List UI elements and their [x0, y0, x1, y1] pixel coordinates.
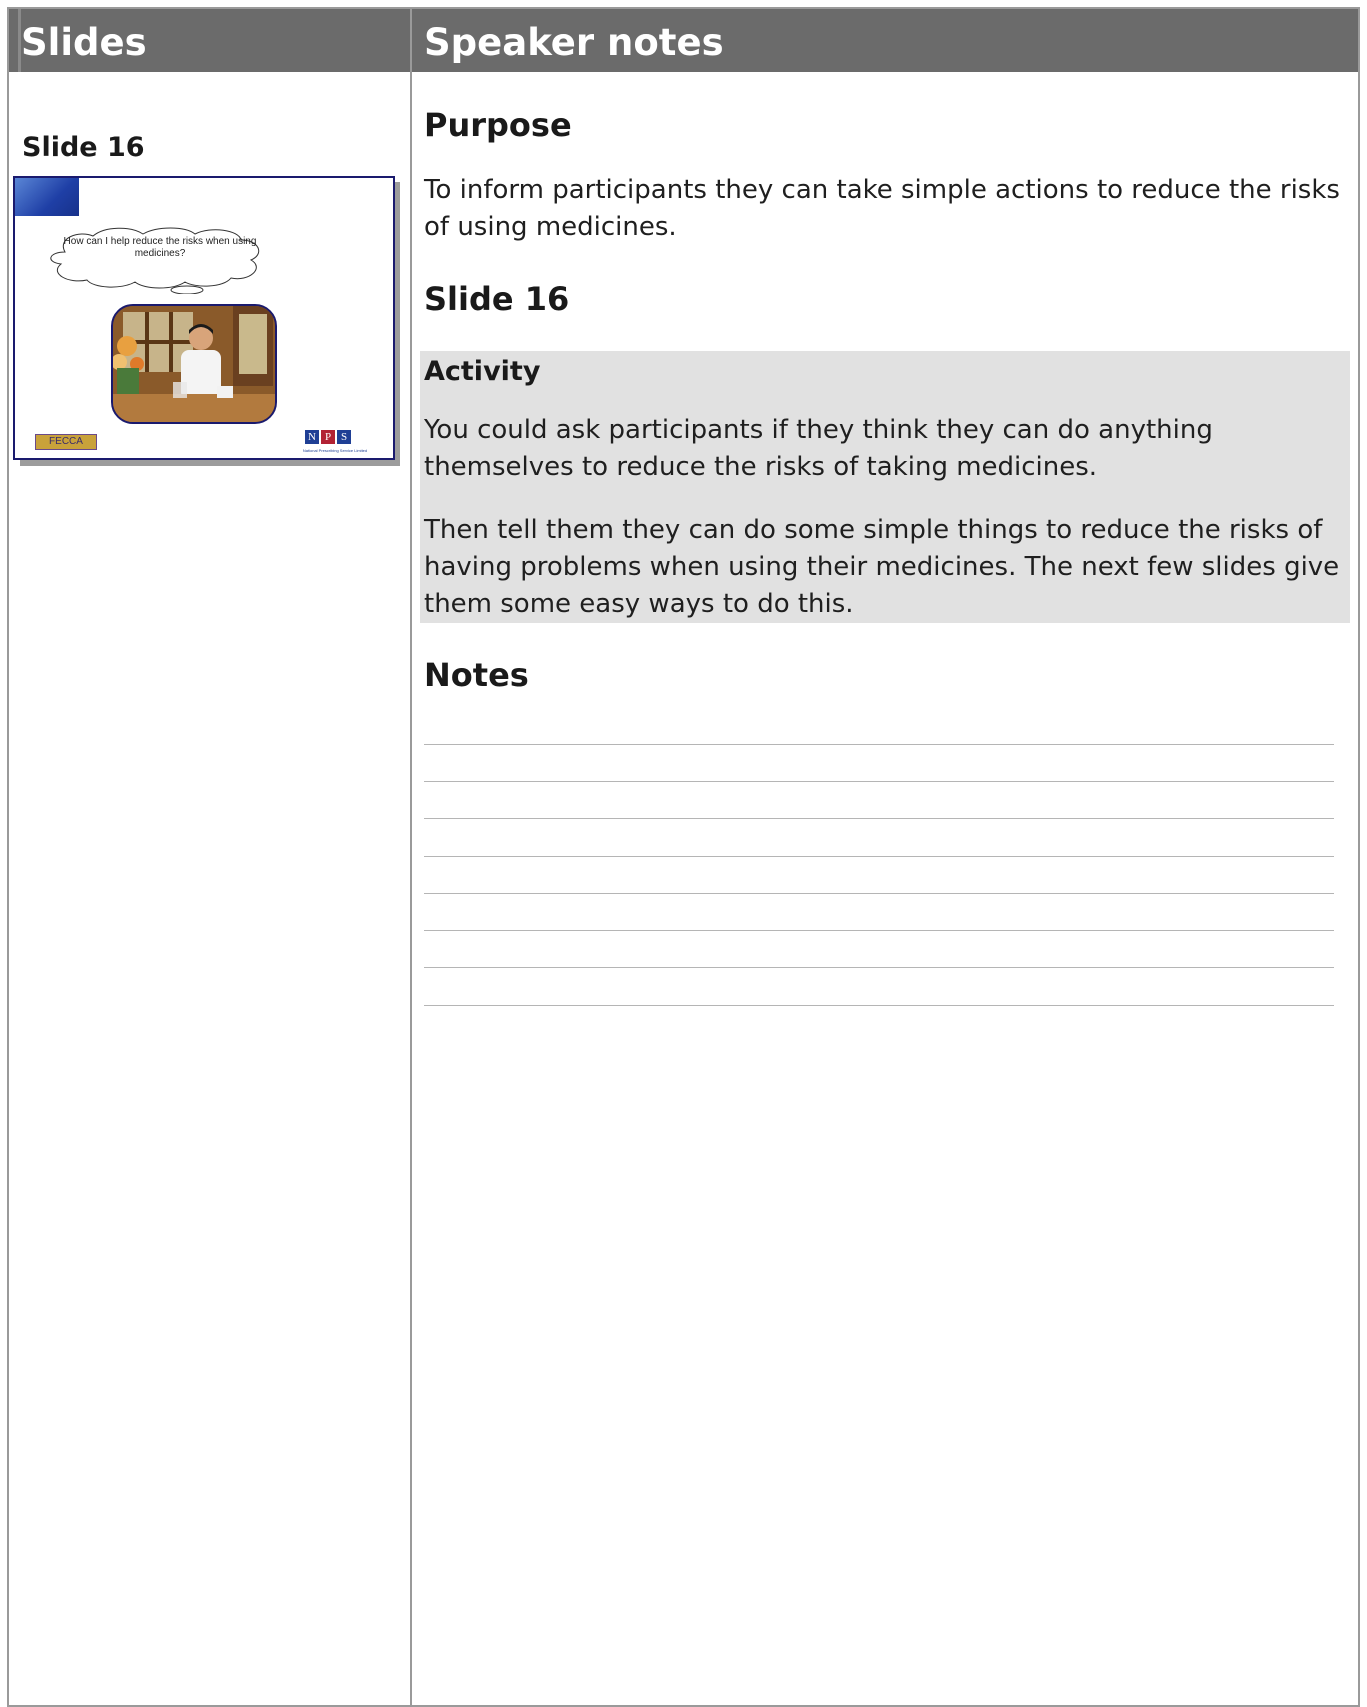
nps-logo-subtitle: National Prescribing Service Limited	[302, 448, 368, 453]
thought-bubble-text: How can I help reduce the risks when usi…	[63, 236, 257, 259]
slide-heading: Slide 16	[424, 280, 570, 318]
nps-logo-letter: P	[321, 430, 335, 444]
notes-blank-line[interactable]	[424, 967, 1334, 968]
activity-heading: Activity	[424, 356, 541, 387]
slide-number-label: Slide 16	[22, 132, 145, 163]
notes-blank-line[interactable]	[424, 781, 1334, 782]
slide-photo	[111, 304, 277, 424]
notes-blank-line[interactable]	[424, 1005, 1334, 1006]
slide-corner-graphic	[15, 178, 79, 216]
notes-heading: Notes	[424, 656, 529, 694]
nps-logo-letter: S	[337, 430, 351, 444]
fecca-logo: FECCA	[35, 434, 97, 450]
activity-paragraph-1: You could ask participants if they think…	[424, 415, 1213, 482]
purpose-text: To inform participants they can take sim…	[424, 175, 1340, 242]
slide-thumbnail[interactable]: How can I help reduce the risks when usi…	[13, 176, 395, 460]
nps-logo: N P S	[305, 430, 351, 444]
notes-blank-line[interactable]	[424, 893, 1334, 894]
notes-blank-line[interactable]	[424, 930, 1334, 931]
nps-logo-letter: N	[305, 430, 319, 444]
notes-blank-line[interactable]	[424, 856, 1334, 857]
notes-blank-line[interactable]	[424, 818, 1334, 819]
column-divider	[410, 7, 412, 1707]
notes-blank-line[interactable]	[424, 744, 1334, 745]
purpose-heading: Purpose	[424, 106, 572, 144]
activity-paragraph-2: Then tell them they can do some simple t…	[424, 515, 1340, 619]
